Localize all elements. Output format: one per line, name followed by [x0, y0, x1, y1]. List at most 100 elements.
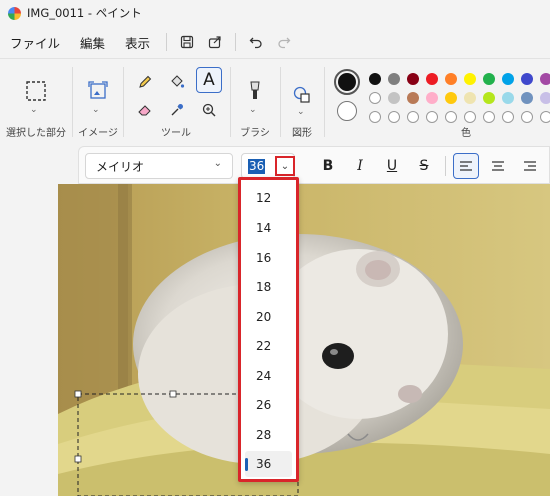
colors-group-label: 色	[461, 128, 471, 139]
swatch-empty[interactable]	[369, 111, 381, 123]
text-tool-icon[interactable]: A	[196, 67, 222, 93]
font-size-value[interactable]: 36	[248, 159, 266, 174]
swatch-empty[interactable]	[464, 111, 476, 123]
format-divider	[445, 156, 446, 176]
ribbon-divider	[230, 67, 231, 137]
swatch-white[interactable]	[369, 92, 381, 104]
font-size-dropdown-list: 12 14 16 18 20 22 24 26 28 36	[238, 177, 299, 482]
align-center-icon[interactable]	[485, 153, 511, 179]
ribbon-divider	[72, 67, 73, 137]
swatch-empty[interactable]	[407, 111, 419, 123]
menu-bar: ファイル 編集 表示	[0, 26, 550, 58]
swatch-light-gray[interactable]	[388, 92, 400, 104]
selection-group-label: 選択した部分	[6, 128, 66, 139]
align-right-icon[interactable]	[517, 153, 543, 179]
title-bar: IMG_0011 - ペイント	[0, 0, 550, 26]
undo-icon[interactable]	[242, 30, 270, 54]
bold-button[interactable]: B	[315, 153, 341, 179]
swatch-empty[interactable]	[388, 111, 400, 123]
font-chevron-down-icon[interactable]: ⌄	[214, 158, 222, 169]
size-option[interactable]: 14	[241, 215, 296, 241]
chevron-down-icon: ⌄	[280, 160, 290, 172]
primary-color[interactable]	[334, 69, 360, 95]
strikethrough-button[interactable]: S	[411, 153, 437, 179]
selection-chevron-down-icon[interactable]: ⌄	[30, 105, 38, 115]
size-option-selected[interactable]: 36	[245, 451, 292, 477]
pencil-icon[interactable]	[132, 69, 158, 95]
redo-icon[interactable]	[270, 30, 298, 54]
swatch-red[interactable]	[426, 73, 438, 85]
swatch-orange[interactable]	[445, 73, 457, 85]
size-option[interactable]: 16	[241, 245, 296, 271]
align-left-icon[interactable]	[453, 153, 479, 179]
swatch-empty[interactable]	[502, 111, 514, 123]
brush-group-label: ブラシ	[240, 128, 270, 139]
shapes-chevron-down-icon[interactable]: ⌄	[297, 107, 305, 117]
swatch-yellow[interactable]	[464, 73, 476, 85]
swatch-empty[interactable]	[426, 111, 438, 123]
ribbon: ⌄ 選択した部分 ⌄ イメージ A ツール ⌄ ブラシ ⌄ 図形 色	[0, 58, 550, 144]
ribbon-divider	[324, 67, 325, 137]
brush-group: ⌄ ブラシ	[233, 65, 277, 143]
swatch-empty[interactable]	[445, 111, 457, 123]
image-chevron-down-icon[interactable]: ⌄	[92, 105, 100, 115]
ribbon-divider	[123, 67, 124, 137]
swatch-brown[interactable]	[407, 92, 419, 104]
text-format-bar: メイリオ ⌄ 36 ⌄ B I U S	[78, 146, 550, 184]
swatch-green[interactable]	[483, 73, 495, 85]
font-size-dropdown-button[interactable]: ⌄	[275, 156, 295, 176]
save-icon[interactable]	[173, 30, 201, 54]
color-picker-icon[interactable]	[164, 97, 190, 123]
swatch-black[interactable]	[369, 73, 381, 85]
brush-icon[interactable]	[241, 77, 269, 105]
secondary-color[interactable]	[337, 101, 357, 121]
swatch-turquoise[interactable]	[502, 73, 514, 85]
brush-chevron-down-icon[interactable]: ⌄	[249, 105, 257, 115]
font-family-value: メイリオ	[96, 159, 145, 174]
swatch-gray[interactable]	[388, 73, 400, 85]
colors-group: 色	[328, 65, 550, 143]
size-option[interactable]: 28	[241, 422, 296, 448]
swatch-blue-gray[interactable]	[521, 92, 533, 104]
underline-button[interactable]: U	[379, 153, 405, 179]
image-resize-icon[interactable]	[84, 77, 112, 105]
ribbon-divider	[280, 67, 281, 137]
selection-group: ⌄ 選択した部分	[4, 65, 68, 143]
font-family-select[interactable]: メイリオ ⌄	[85, 153, 233, 179]
shapes-group: ⌄ 図形	[283, 65, 321, 143]
swatch-light-turquoise[interactable]	[502, 92, 514, 104]
canvas-image[interactable]	[58, 184, 550, 496]
fill-bucket-icon[interactable]	[164, 69, 190, 95]
size-option[interactable]: 26	[241, 392, 296, 418]
italic-button[interactable]: I	[347, 153, 373, 179]
share-icon[interactable]	[201, 30, 229, 54]
swatch-empty[interactable]	[521, 111, 533, 123]
image-group: ⌄ イメージ	[76, 65, 120, 143]
swatch-empty[interactable]	[483, 111, 495, 123]
eraser-icon[interactable]	[132, 97, 158, 123]
size-option[interactable]: 20	[241, 304, 296, 330]
size-option[interactable]: 22	[241, 333, 296, 359]
menu-edit[interactable]: 編集	[70, 33, 115, 52]
menu-view[interactable]: 表示	[115, 33, 160, 52]
magnifier-icon[interactable]	[196, 97, 222, 123]
menu-divider	[235, 33, 237, 51]
swatch-lavender[interactable]	[540, 92, 550, 104]
swatch-gold[interactable]	[445, 92, 457, 104]
swatch-dark-red[interactable]	[407, 73, 419, 85]
select-rectangle-icon[interactable]	[22, 77, 50, 105]
image-group-label: イメージ	[78, 128, 118, 139]
swatch-empty[interactable]	[540, 111, 550, 123]
tools-group-label: ツール	[161, 128, 191, 139]
swatch-rose[interactable]	[426, 92, 438, 104]
swatch-light-yellow[interactable]	[464, 92, 476, 104]
size-option[interactable]: 12	[241, 185, 296, 211]
size-option[interactable]: 24	[241, 363, 296, 389]
menu-file[interactable]: ファイル	[0, 33, 70, 52]
swatch-lime[interactable]	[483, 92, 495, 104]
swatch-indigo[interactable]	[521, 73, 533, 85]
shapes-icon[interactable]	[288, 81, 316, 109]
font-size-input[interactable]: 36 ⌄	[241, 153, 295, 179]
size-option[interactable]: 18	[241, 274, 296, 300]
swatch-purple[interactable]	[540, 73, 550, 85]
